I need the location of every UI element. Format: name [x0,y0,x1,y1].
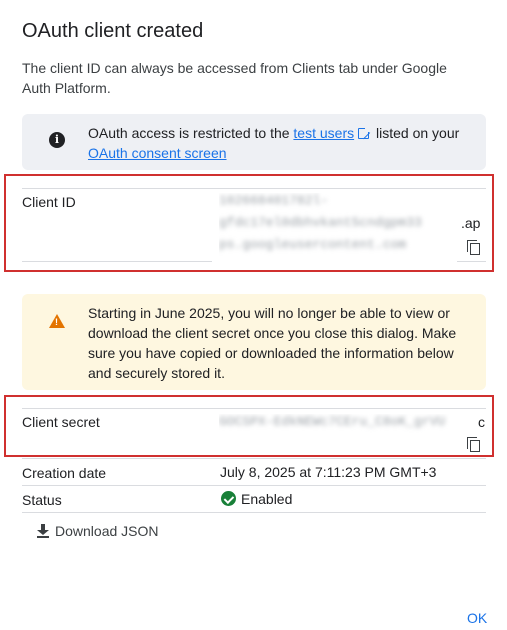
divider [457,261,486,262]
client-id-value-line1: 102668401782l- [219,193,329,208]
dialog-description: The client ID can always be accessed fro… [22,60,447,96]
info-icon: i [49,132,65,148]
client-id-value-suffix: .ap [461,215,481,231]
status-value: Enabled [241,491,293,507]
client-secret-value-text: GOCSPX-EdkNEWc7CEru_C8oK_grVU [219,414,446,429]
dialog-title: OAuth client created [22,20,204,42]
client-id-value-line3: ps.googleusercontent.com [219,237,407,252]
divider [22,261,212,262]
consent-screen-link[interactable]: OAuth consent screen [88,145,227,161]
info-text-before: OAuth access is restricted to the [88,125,294,141]
info-text-middle: listed on your [372,125,460,141]
info-banner: i OAuth access is restricted to the test… [22,114,486,170]
client-secret-value[interactable]: GOCSPX-EdkNEWc7CEru_C8oK_grVU [219,414,477,434]
client-secret-label: Client secret [22,414,100,430]
test-users-link[interactable]: test users [293,125,354,141]
divider [22,408,486,409]
download-icon [36,524,50,538]
divider [22,485,486,486]
warning-banner: ! Starting in June 2025, you will no lon… [22,294,486,390]
client-id-value-line2: gfdc17el0dbhvkant5cndgpm33 [219,215,422,230]
divider [22,458,486,459]
creation-date-label: Creation date [22,465,107,481]
external-link-icon[interactable] [358,126,372,139]
client-id-label: Client ID [22,194,76,210]
ok-button[interactable]: OK [467,610,487,626]
creation-date-value: July 8, 2025 at 7:11:23 PM GMT+3 [220,464,437,480]
divider [22,188,486,189]
check-circle-icon [221,491,236,506]
download-json-label: Download JSON [55,523,159,539]
client-secret-value-suffix: c [478,414,485,430]
copy-client-id-icon[interactable] [467,240,481,256]
status-label: Status [22,492,62,508]
info-text: OAuth access is restricted to the test u… [88,123,473,163]
divider [22,512,486,513]
client-id-value[interactable]: 102668401782l- gfdc17el0dbhvkant5cndgpm3… [219,193,464,263]
copy-client-secret-icon[interactable] [467,437,481,453]
warning-text: Starting in June 2025, you will no longe… [88,305,457,381]
warning-icon: ! [49,314,65,328]
